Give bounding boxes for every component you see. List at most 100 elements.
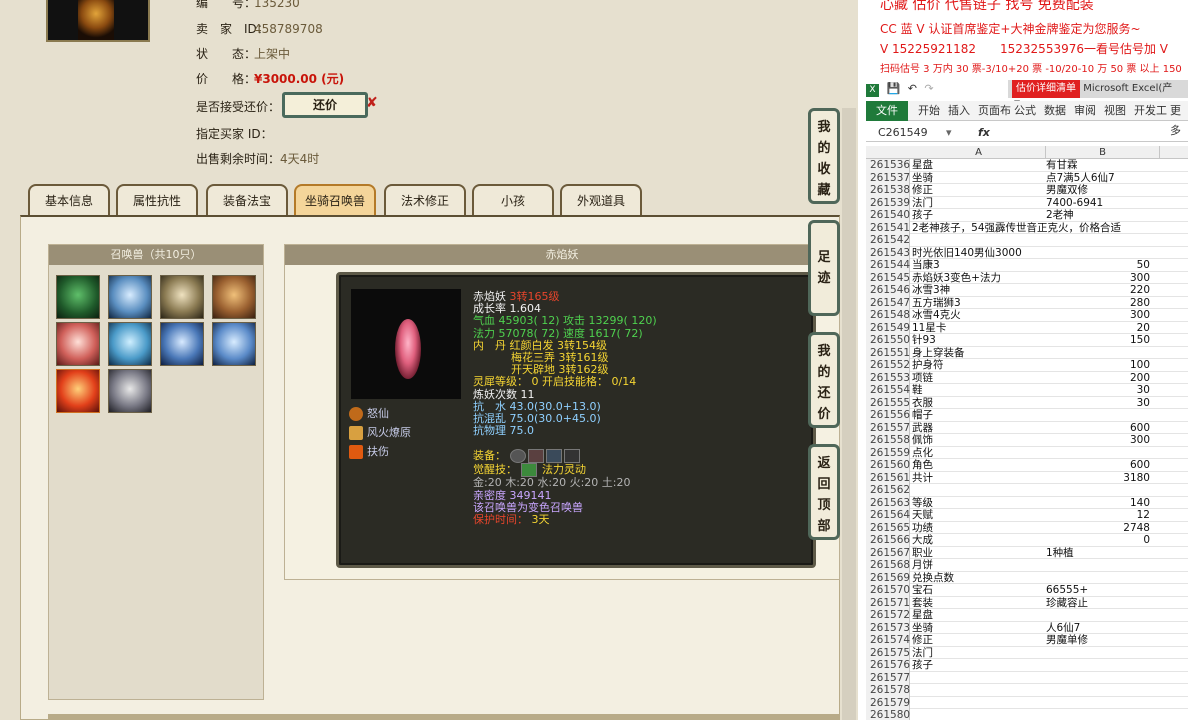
pet-icon-2[interactable] bbox=[108, 275, 152, 319]
my-counter-offers-button[interactable]: 我的还价 bbox=[808, 332, 840, 428]
table-row[interactable]: 261545 赤焰妖3变色+法力 300 bbox=[866, 271, 1188, 285]
cell-b[interactable]: 点7满5人6仙7 bbox=[1046, 172, 1150, 185]
ribbon-tab-insert[interactable]: 插入 bbox=[948, 101, 970, 121]
row-number[interactable]: 261542 bbox=[866, 234, 910, 247]
cell-b[interactable]: 66555+ bbox=[1046, 584, 1150, 597]
cell-b[interactable]: 珍藏容止 bbox=[1046, 597, 1150, 610]
table-row[interactable]: 261579 bbox=[866, 696, 1188, 709]
cell-b[interactable]: 300 bbox=[1046, 309, 1150, 322]
row-number[interactable]: 261553 bbox=[866, 371, 910, 384]
cell-a[interactable]: 2老神孩子，54强霹传世音正克火，价格合适 bbox=[912, 222, 1121, 235]
row-number[interactable]: 261543 bbox=[866, 246, 910, 259]
row-number[interactable]: 261538 bbox=[866, 184, 910, 197]
counter-offer-button[interactable]: 还价 bbox=[282, 92, 368, 118]
table-row[interactable]: 261572 星盘 bbox=[866, 609, 1188, 622]
cell-a[interactable]: 针93 bbox=[912, 334, 1046, 347]
cell-b[interactable]: 220 bbox=[1046, 284, 1150, 297]
table-row[interactable]: 261563 等级 140 bbox=[866, 496, 1188, 509]
row-number[interactable]: 261578 bbox=[866, 684, 910, 697]
table-row[interactable]: 261540 孩子 2老神 bbox=[866, 209, 1188, 222]
table-row[interactable]: 261537 坐骑 点7满5人6仙7 bbox=[866, 171, 1188, 185]
table-row[interactable]: 261557 武器 600 bbox=[866, 421, 1188, 435]
save-icon[interactable]: 💾 bbox=[887, 82, 901, 95]
cell-b[interactable]: 30 bbox=[1046, 384, 1150, 397]
cell-a[interactable]: 身上穿装备 bbox=[912, 347, 1046, 360]
back-to-top-button[interactable]: 返回顶部 bbox=[808, 444, 840, 540]
row-number[interactable]: 261556 bbox=[866, 409, 910, 422]
column-b-header[interactable]: B bbox=[1046, 146, 1160, 159]
row-number[interactable]: 261545 bbox=[866, 271, 910, 284]
cell-b[interactable]: 男魔双修 bbox=[1046, 184, 1150, 197]
row-number[interactable]: 261565 bbox=[866, 521, 910, 534]
table-row[interactable]: 261539 法门 7400-6941 bbox=[866, 196, 1188, 209]
ribbon-tab-view[interactable]: 视图 bbox=[1104, 101, 1126, 121]
table-row[interactable]: 261542 bbox=[866, 234, 1188, 247]
cell-a[interactable]: 星盘 bbox=[912, 609, 1046, 622]
cell-a[interactable]: 护身符 bbox=[912, 359, 1046, 372]
cell-a[interactable]: 宝石 bbox=[912, 584, 1046, 597]
table-row[interactable]: 261548 冰雪4克火 300 bbox=[866, 309, 1188, 322]
table-row[interactable]: 261574 修正 男魔单修 bbox=[866, 634, 1188, 647]
pet-icon-3[interactable] bbox=[160, 275, 204, 319]
row-number[interactable]: 261563 bbox=[866, 496, 910, 509]
row-number[interactable]: 261539 bbox=[866, 196, 910, 209]
cell-a[interactable]: 冰雪4克火 bbox=[912, 309, 1046, 322]
row-number[interactable]: 261537 bbox=[866, 171, 910, 184]
tab-appearance[interactable]: 外观道具 bbox=[560, 184, 642, 216]
table-row[interactable]: 261577 bbox=[866, 671, 1188, 684]
row-number[interactable]: 261551 bbox=[866, 346, 910, 359]
tab-attributes[interactable]: 属性抗性 bbox=[116, 184, 198, 216]
table-row[interactable]: 261576 孩子 bbox=[866, 659, 1188, 672]
cell-a[interactable]: 职业 bbox=[912, 547, 1046, 560]
tab-mounts-pets[interactable]: 坐骑召唤兽 bbox=[294, 184, 376, 216]
spreadsheet-grid[interactable]: 261536 星盘 有甘霖 261537 坐骑 点7满5人6仙7 261538 修正 男魔双修 2… bbox=[866, 159, 1188, 720]
equip-slot-1[interactable] bbox=[509, 449, 526, 464]
row-number[interactable]: 261544 bbox=[866, 259, 910, 272]
row-number[interactable]: 261559 bbox=[866, 446, 910, 459]
table-row[interactable]: 261561 共计 3180 bbox=[866, 471, 1188, 484]
row-number[interactable]: 261576 bbox=[866, 659, 910, 672]
table-row[interactable]: 261556 帽子 bbox=[866, 409, 1188, 422]
table-row[interactable]: 261559 点化 bbox=[866, 446, 1188, 459]
row-number[interactable]: 261561 bbox=[866, 471, 910, 484]
fx-icon[interactable]: fx bbox=[978, 124, 990, 142]
table-row[interactable]: 261546 冰雪3神 220 bbox=[866, 284, 1188, 297]
row-number[interactable]: 261577 bbox=[866, 671, 910, 684]
cell-a[interactable]: 法门 bbox=[912, 647, 1046, 660]
row-number[interactable]: 261555 bbox=[866, 396, 910, 409]
table-row[interactable]: 261538 修正 男魔双修 bbox=[866, 184, 1188, 197]
cell-b[interactable]: 2748 bbox=[1046, 522, 1150, 535]
table-row[interactable]: 261560 角色 600 bbox=[866, 459, 1188, 472]
row-number[interactable]: 261554 bbox=[866, 384, 910, 397]
ribbon-tab-more[interactable]: 更多 bbox=[1170, 101, 1188, 137]
cell-a[interactable]: 坐骑 bbox=[912, 172, 1046, 185]
table-row[interactable]: 261543 时光依旧140男仙3000 bbox=[866, 246, 1188, 259]
cell-a[interactable]: 赤焰妖3变色+法力 bbox=[912, 272, 1046, 285]
cell-a[interactable]: 冰雪3神 bbox=[912, 284, 1046, 297]
equip-slot-4[interactable] bbox=[563, 449, 580, 464]
row-number[interactable]: 261552 bbox=[866, 359, 910, 372]
cell-a[interactable]: 大成 bbox=[912, 534, 1046, 547]
row-number[interactable]: 261571 bbox=[866, 596, 910, 609]
row-number[interactable]: 261572 bbox=[866, 609, 910, 622]
cell-b[interactable]: 600 bbox=[1046, 422, 1150, 435]
table-row[interactable]: 261541 2老神孩子，54强霹传世音正克火，价格合适 bbox=[866, 221, 1188, 235]
skill-2[interactable]: 风火燎原 bbox=[349, 424, 411, 440]
row-number[interactable]: 261558 bbox=[866, 434, 910, 447]
cell-a[interactable]: 坐骑 bbox=[912, 622, 1046, 635]
row-number[interactable]: 261579 bbox=[866, 696, 910, 709]
row-number[interactable]: 261564 bbox=[866, 509, 910, 522]
table-row[interactable]: 261547 五方瑞狮3 280 bbox=[866, 296, 1188, 309]
table-row[interactable]: 261549 11星卡 20 bbox=[866, 321, 1188, 334]
skill-1[interactable]: 怒仙 bbox=[349, 405, 389, 421]
ribbon-tab-review[interactable]: 审阅 bbox=[1074, 101, 1096, 121]
row-number[interactable]: 261548 bbox=[866, 309, 910, 322]
table-row[interactable]: 261570 宝石 66555+ bbox=[866, 584, 1188, 597]
pet-icon-7[interactable] bbox=[160, 322, 204, 366]
skill-3[interactable]: 扶伤 bbox=[349, 443, 389, 459]
tab-equipment[interactable]: 装备法宝 bbox=[206, 184, 288, 216]
pet-icon-6[interactable] bbox=[108, 322, 152, 366]
cell-a[interactable]: 天赋 bbox=[912, 509, 1046, 522]
table-row[interactable]: 261552 护身符 100 bbox=[866, 359, 1188, 372]
cell-a[interactable]: 孩子 bbox=[912, 209, 1046, 222]
